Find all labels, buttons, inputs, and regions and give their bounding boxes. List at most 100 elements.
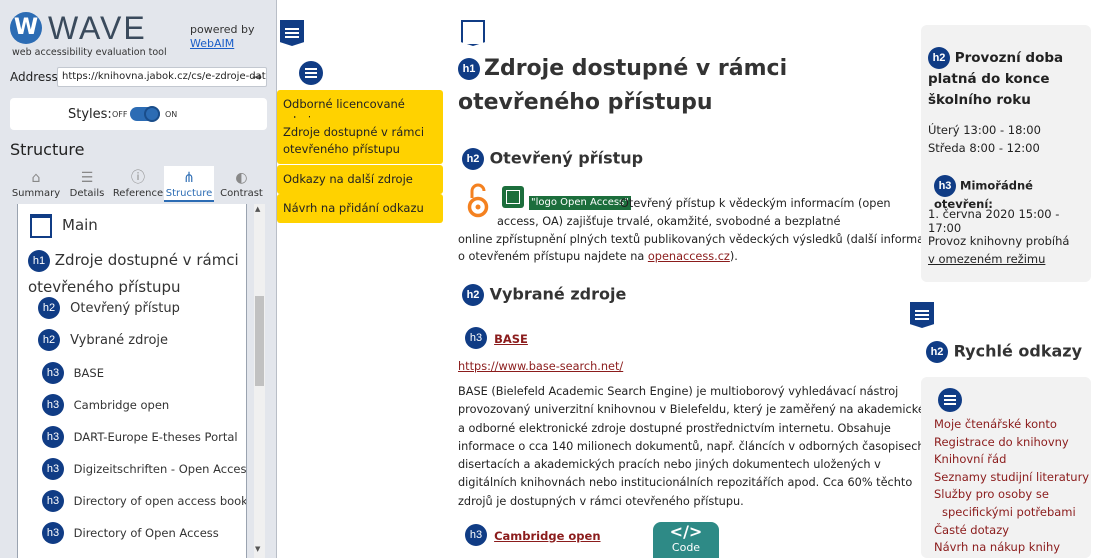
complementary-landmark-icon <box>910 302 934 328</box>
quick-link[interactable]: Seznamy studijní literatury <box>934 469 1089 487</box>
h3-badge: h3 <box>42 394 64 416</box>
structure-h3-text: Cambridge open <box>73 397 170 412</box>
image-icon <box>502 186 524 208</box>
base-url-link[interactable]: https://www.base-search.net/ <box>458 360 623 373</box>
info-icon: ⓘ <box>131 170 145 186</box>
address-bar: Address: https://knihovna.jabok.cz/cs/e-… <box>0 67 277 89</box>
structure-tree: Main h1 Zdroje dostupné v rámci otevřené… <box>17 204 247 558</box>
base-line: digitálních knihovnách nebo institucioná… <box>458 476 913 490</box>
opening-hours-box: h2 Provozní doba platná do konce školníh… <box>921 25 1091 282</box>
extra-opening-title: h3 Mimořádné otevření: <box>934 175 1091 211</box>
open-para-text: ). <box>729 250 738 263</box>
structure-h3[interactable]: h3 Cambridge open <box>42 394 246 416</box>
quick-link[interactable]: Moje čtenářské konto <box>934 416 1089 434</box>
address-input[interactable]: https://knihovna.jabok.cz/cs/e-zdroje-da… <box>57 67 267 87</box>
base-line: a odborné elektronické zdroje dostupné p… <box>458 421 891 435</box>
structure-h3[interactable]: h3 Directory of open access books <box>42 490 247 512</box>
tab-contrast-label: Contrast <box>220 188 263 199</box>
tab-structure[interactable]: ⋔ Structure <box>164 166 214 202</box>
webaim-link[interactable]: WebAIM <box>190 37 234 50</box>
structure-scrollbar[interactable]: ▲ ▼ <box>254 204 265 558</box>
h2-badge: h2 <box>38 297 60 319</box>
base-line: BASE (Bielefeld Academic Search Engine) … <box>458 385 899 398</box>
quick-link[interactable]: Knihovní řád <box>934 451 1089 469</box>
scroll-thumb[interactable] <box>255 296 264 386</box>
structure-h3[interactable]: h3 DART-Europe E-theses Portal <box>42 426 246 448</box>
styles-on-label: ON <box>165 110 178 119</box>
heading-open-access-text: Otevřený přístup <box>489 148 644 168</box>
nav-other-links[interactable]: Odkazy na další zdroje <box>277 165 443 194</box>
hours-line: Úterý 13:00 - 18:00 <box>928 123 1041 137</box>
h2-badge: h2 <box>38 329 60 351</box>
structure-icon: ⋔ <box>183 170 195 186</box>
structure-h3[interactable]: h3 Directory of Open Access <box>42 522 246 544</box>
wave-header: W WAVE web accessibility evaluation tool… <box>10 10 270 60</box>
open-para-line: o otevřeném přístupu najdete na openacce… <box>458 247 738 267</box>
h3-badge: h3 <box>465 327 487 349</box>
structure-h1[interactable]: h1 Zdroje dostupné v rámci otevřeného př… <box>28 247 243 301</box>
scroll-up-icon[interactable]: ▲ <box>255 205 260 213</box>
structure-h2-text: Otevřený přístup <box>70 300 180 316</box>
contrast-icon: ◐ <box>235 170 248 186</box>
page-title: h1 Zdroje dostupné v rámci otevřeného pří… <box>458 52 898 120</box>
structure-h2[interactable]: h2 Vybrané zdroje <box>38 329 246 351</box>
structure-h3-text: Directory of Open Access <box>73 525 219 540</box>
tab-details-label: Details <box>69 188 105 199</box>
structure-main[interactable]: Main <box>62 216 246 234</box>
code-toggle-button[interactable]: </> Code <box>653 522 719 558</box>
h1-badge: h1 <box>458 58 480 80</box>
panel-tabs: ⌂ Summary ☰ Details ⓘ Reference ⋔ Struct… <box>10 166 267 202</box>
base-line: informace o cca 140 milionech dokumentů,… <box>458 439 929 453</box>
tab-contrast[interactable]: ◐ Contrast <box>216 166 267 202</box>
tab-reference[interactable]: ⓘ Reference <box>112 166 164 202</box>
h2-badge: h2 <box>928 47 950 69</box>
nav-suggest-link[interactable]: Návrh na přidání odkazu <box>277 194 443 223</box>
regime-text: Provoz knihovny probíhá <box>928 234 1070 248</box>
go-arrow-icon[interactable]: → <box>252 68 262 86</box>
styles-label: Styles: <box>68 107 112 122</box>
quick-link[interactable]: Návrh na nákup knihy <box>934 539 1089 557</box>
h2-badge: h2 <box>926 341 948 363</box>
heading-cambridge: h3 Cambridge open <box>465 524 601 546</box>
structure-h3[interactable]: h3 BASE <box>42 362 246 384</box>
base-line: zdrojů je dostupných v rámci otevřeného … <box>458 494 744 508</box>
quick-links-heading: h2 Rychlé odkazy <box>926 341 1082 363</box>
wave-panel: W WAVE web accessibility evaluation tool… <box>0 0 277 558</box>
tab-summary[interactable]: ⌂ Summary <box>10 166 62 202</box>
base-line: disertacích a akademických pracích nebo … <box>458 458 881 472</box>
styles-off-label: OFF <box>112 110 128 119</box>
h2-badge: h2 <box>462 284 484 306</box>
main-landmark-icon <box>30 214 52 238</box>
address-label: Address: <box>10 70 62 84</box>
main-landmark-icon <box>461 20 485 46</box>
structure-h2[interactable]: h2 Otevřený přístup <box>38 297 246 319</box>
structure-h2-text: Vybrané zdroje <box>70 332 169 348</box>
open-para-line: access, OA) zajišťuje trvalé, okamžité, … <box>497 215 841 228</box>
tab-details[interactable]: ☰ Details <box>63 166 111 202</box>
cambridge-link[interactable]: Cambridge open <box>494 529 600 543</box>
base-line: provozovaný univerzitní knihovnou v Biel… <box>458 403 925 417</box>
structure-h3[interactable]: h3 Digizeitschriften - Open Access <box>42 458 246 480</box>
list-icon <box>938 388 962 412</box>
quick-links-list: Moje čtenářské konto Registrace do kniho… <box>934 416 1089 557</box>
base-link[interactable]: BASE <box>494 332 528 346</box>
quick-link[interactable]: Časté dotazy <box>934 522 1089 540</box>
address-value: https://knihovna.jabok.cz/cs/e-zdroje-da… <box>62 71 267 82</box>
h3-badge: h3 <box>934 175 956 197</box>
nav-open-access-sources[interactable]: Zdroje dostupné v rámci otevřeného příst… <box>277 118 443 164</box>
styles-toggle[interactable] <box>130 106 160 122</box>
quick-links-title: Rychlé odkazy <box>953 341 1083 361</box>
tab-summary-label: Summary <box>11 188 61 199</box>
wave-title: WAVE <box>48 10 147 46</box>
hours-line: Středa 8:00 - 12:00 <box>928 141 1040 155</box>
regime-link[interactable]: v omezeném režimu <box>928 252 1045 266</box>
scroll-down-icon[interactable]: ▼ <box>255 545 260 553</box>
navigation-landmark-icon <box>280 20 304 46</box>
openaccess-link[interactable]: openaccess.cz <box>648 250 730 263</box>
list-icon <box>299 61 323 85</box>
structure-h3-text: Directory of open access books <box>73 493 247 508</box>
quick-link[interactable]: specifickými potřebami <box>934 504 1089 522</box>
quick-link[interactable]: Registrace do knihovny <box>934 434 1089 452</box>
structure-h3-text: BASE <box>73 365 104 380</box>
quick-link[interactable]: Služby pro osoby se <box>934 486 1089 504</box>
